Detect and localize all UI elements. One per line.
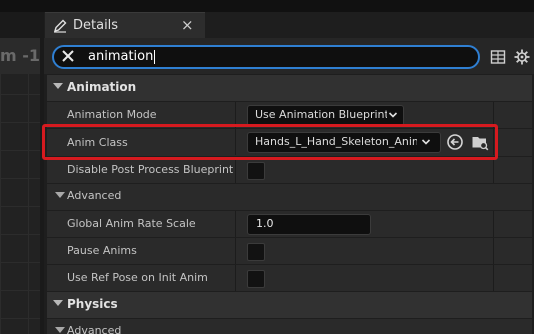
pencil-icon — [53, 19, 67, 33]
chevron-down-icon — [53, 300, 63, 306]
close-icon[interactable]: × — [181, 16, 194, 34]
chevron-down-icon — [388, 112, 398, 118]
section-label: Advanced — [67, 324, 122, 334]
viewport-grid-pane — [0, 38, 40, 334]
tab-details[interactable]: Details × — [45, 12, 205, 39]
property-label: Disable Post Process Blueprint — [67, 163, 234, 176]
viewport-pane-title-fragment: m -1 — [0, 46, 40, 65]
search-input[interactable]: animation — [52, 45, 480, 69]
property-label: Animation Mode — [67, 108, 157, 121]
close-icon[interactable] — [60, 48, 76, 64]
advanced-section-physics[interactable]: Advanced — [47, 319, 532, 334]
advanced-section-animation[interactable]: Advanced — [47, 184, 532, 210]
section-label: Advanced — [67, 189, 122, 202]
property-use-ref-pose: Use Ref Pose on Init Anim — [47, 265, 532, 291]
category-label: Physics — [67, 297, 118, 311]
global-anim-rate-input[interactable]: 1.0 — [247, 214, 371, 235]
column-divider — [493, 265, 494, 291]
property-label: Use Ref Pose on Init Anim — [67, 271, 208, 284]
column-divider — [235, 157, 236, 183]
column-divider — [493, 211, 494, 237]
search-text: animation — [88, 49, 156, 64]
category-animation[interactable]: Animation — [47, 75, 532, 101]
chevron-down-icon — [55, 192, 65, 198]
top-strip — [0, 0, 534, 12]
highlight-box — [42, 124, 498, 160]
chevron-down-icon — [55, 327, 65, 333]
property-pause-anims: Pause Anims — [47, 238, 532, 264]
property-label: Pause Anims — [67, 244, 137, 257]
property-global-anim-rate-scale: Global Anim Rate Scale 1.0 — [47, 211, 532, 237]
table-view-icon[interactable] — [490, 49, 506, 65]
chevron-down-icon — [53, 83, 63, 89]
column-divider — [493, 238, 494, 264]
property-label: Global Anim Rate Scale — [67, 217, 196, 230]
column-divider — [235, 265, 236, 291]
category-physics[interactable]: Physics — [47, 292, 532, 318]
property-disable-post-process: Disable Post Process Blueprint — [47, 157, 532, 183]
pause-anims-checkbox[interactable] — [247, 243, 265, 261]
column-divider — [235, 211, 236, 237]
gear-icon[interactable] — [514, 49, 530, 65]
column-divider — [235, 238, 236, 264]
category-label: Animation — [67, 80, 137, 94]
column-divider — [493, 157, 494, 183]
tab-title: Details — [73, 18, 119, 33]
disable-post-process-checkbox[interactable] — [247, 162, 265, 180]
animation-mode-dropdown[interactable]: Use Animation Blueprint — [247, 105, 404, 126]
use-ref-pose-checkbox[interactable] — [247, 270, 265, 288]
search-row: animation — [44, 38, 534, 74]
